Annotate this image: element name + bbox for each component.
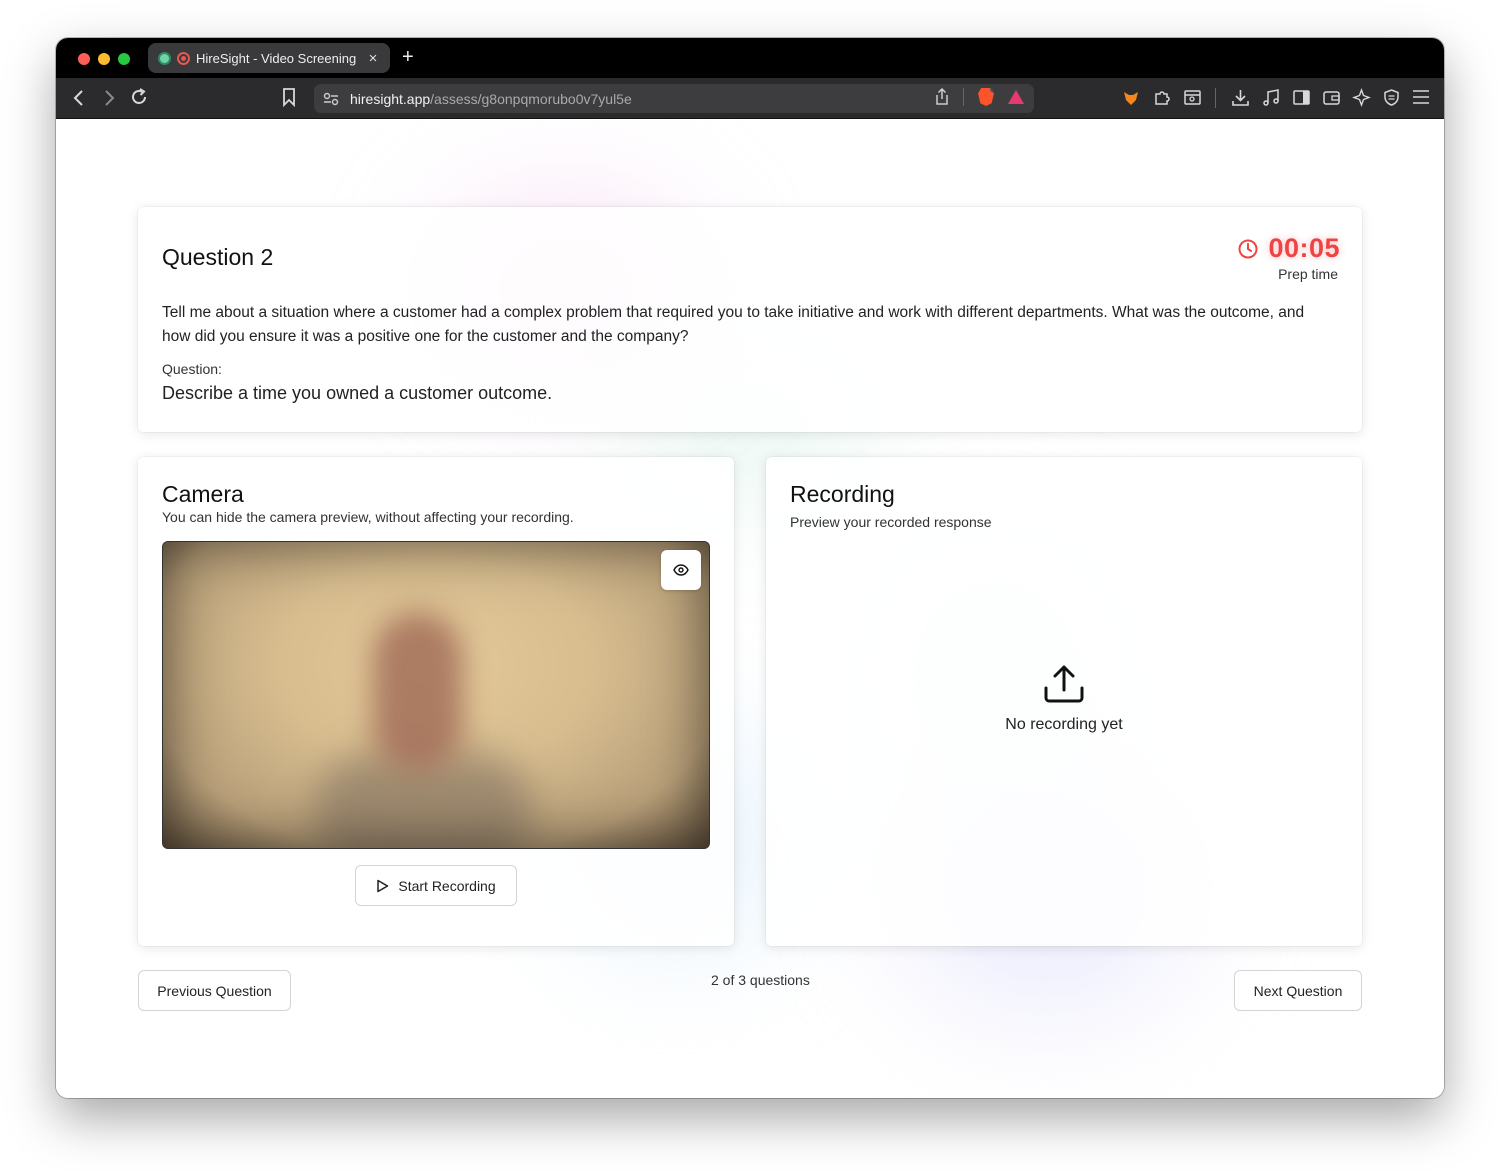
address-bar-actions: 2 <box>935 88 1024 106</box>
tab-strip: HireSight - Video Screening × + <box>56 38 1444 78</box>
previous-question-button[interactable]: Previous Question <box>138 970 291 1011</box>
brave-rewards-icon[interactable] <box>1008 90 1024 104</box>
question-description: Tell me about a situation where a custom… <box>162 304 1305 345</box>
timer-value: 00:05 <box>1268 233 1340 263</box>
back-icon[interactable] <box>72 89 86 107</box>
eye-icon <box>673 564 689 576</box>
recording-subtitle: Preview your recorded response <box>790 514 992 530</box>
browser-window: HireSight - Video Screening × + hiresigh… <box>56 38 1444 1098</box>
vpn-shield-icon[interactable] <box>1382 88 1401 107</box>
no-recording-text: No recording yet <box>1005 716 1123 733</box>
question-progress: 2 of 3 questions <box>711 972 810 988</box>
upload-icon <box>1044 665 1084 703</box>
close-window-button[interactable] <box>78 53 90 65</box>
bookmark-icon[interactable] <box>282 88 296 107</box>
downloads-icon[interactable] <box>1231 88 1250 107</box>
separator <box>963 88 964 106</box>
browser-tab[interactable]: HireSight - Video Screening × <box>148 43 390 73</box>
camera-subtitle: You can hide the camera preview, without… <box>162 509 574 525</box>
question-label: Question: <box>162 361 222 377</box>
question-card: Question 2 00:05 Prep time Tell me about… <box>138 207 1362 432</box>
share-icon[interactable] <box>935 88 949 106</box>
tab-title: HireSight - Video Screening <box>196 50 357 66</box>
recording-empty-state: No recording yet <box>766 662 1362 734</box>
shields-count-badge: 2 <box>990 84 997 93</box>
url-path: /assess/g8onpqmorubo0v7yul5e <box>430 90 632 107</box>
browser-toolbar: hiresight.app/assess/g8onpqmorubo0v7yul5… <box>56 78 1444 119</box>
camera-preview <box>162 541 710 849</box>
leo-ai-icon[interactable] <box>1352 88 1371 107</box>
brave-shields-icon[interactable]: 2 <box>978 88 994 106</box>
maximize-window-button[interactable] <box>118 53 130 65</box>
site-favicon-icon <box>158 51 171 65</box>
sidebar-icon[interactable] <box>1292 88 1311 107</box>
new-tab-button[interactable]: + <box>402 46 414 69</box>
camera-title: Camera <box>162 481 244 507</box>
toggle-camera-preview-button[interactable] <box>661 550 701 590</box>
address-bar[interactable]: hiresight.app/assess/g8onpqmorubo0v7yul5… <box>314 84 1034 113</box>
start-recording-button[interactable]: Start Recording <box>355 865 517 906</box>
question-title: Question 2 <box>162 244 274 270</box>
media-icon[interactable] <box>1262 88 1281 107</box>
recording-title: Recording <box>790 481 895 507</box>
recording-indicator-icon <box>177 51 190 65</box>
play-icon <box>377 879 389 892</box>
question-text: Describe a time you owned a customer out… <box>162 383 553 403</box>
prep-timer: 00:05 Prep time <box>1238 233 1340 282</box>
toolbar-separator <box>1215 88 1216 108</box>
reload-icon[interactable] <box>130 88 148 106</box>
tab-close-icon[interactable]: × <box>366 50 380 67</box>
page-content: Question 2 00:05 Prep time Tell me about… <box>56 119 1444 1098</box>
wallet-icon[interactable] <box>1322 88 1341 107</box>
clock-icon <box>1238 239 1258 258</box>
camera-card: Camera You can hide the camera preview, … <box>138 457 734 946</box>
extensions-icon[interactable] <box>1153 88 1172 107</box>
window-controls <box>78 53 130 65</box>
reader-mode-icon[interactable] <box>1183 88 1202 107</box>
camera-vignette <box>163 542 709 848</box>
forward-icon[interactable] <box>102 89 116 107</box>
wallet-fox-icon[interactable] <box>1122 89 1140 107</box>
recording-card: Recording Preview your recorded response… <box>766 457 1362 946</box>
next-question-button[interactable]: Next Question <box>1234 970 1362 1011</box>
menu-icon[interactable] <box>1412 89 1430 105</box>
minimize-window-button[interactable] <box>98 53 110 65</box>
timer-label: Prep time <box>1278 266 1338 282</box>
site-settings-icon[interactable] <box>322 92 340 106</box>
url-host: hiresight.app <box>350 90 431 107</box>
start-recording-label: Start Recording <box>398 877 496 894</box>
